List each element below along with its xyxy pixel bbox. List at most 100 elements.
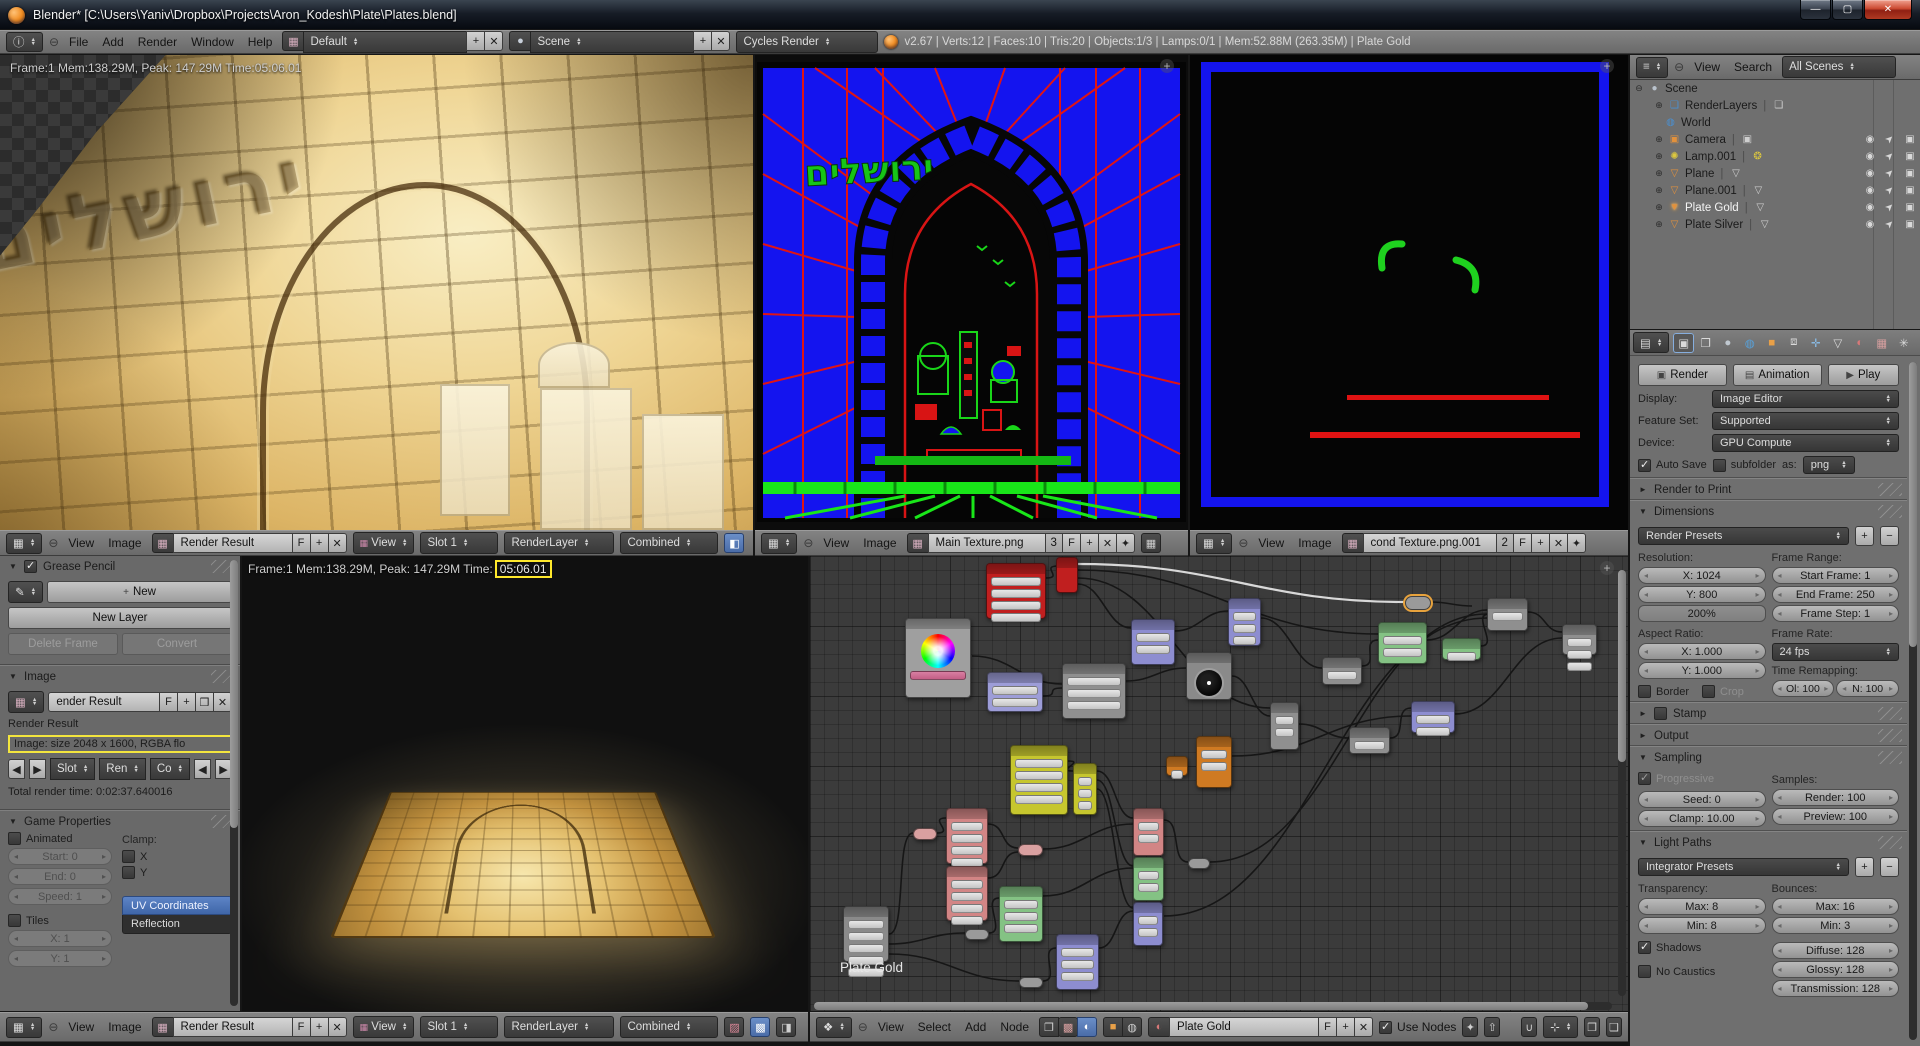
- preview-samples-slider[interactable]: Preview: 100: [1771, 808, 1899, 825]
- clamp-slider[interactable]: Clamp: 10.00: [1638, 810, 1766, 827]
- screen-layout-field[interactable]: Default ▲ ▼: [303, 31, 468, 53]
- new-image-button[interactable]: +: [1079, 533, 1099, 553]
- menu-view[interactable]: View: [64, 1020, 98, 1034]
- horizontal-scrollbar[interactable]: [814, 1002, 1612, 1010]
- unlink-image-button[interactable]: ✕: [327, 1017, 347, 1037]
- color-wheel-icon[interactable]: [921, 634, 955, 668]
- editor-type-selector[interactable]: ▦ ▲ ▼: [6, 532, 43, 554]
- visibility-eye-icon[interactable]: ◉: [1860, 185, 1880, 196]
- new-image-button[interactable]: +: [1530, 533, 1550, 553]
- image-name-field[interactable]: Main Texture.png: [927, 533, 1046, 553]
- feature-set-select[interactable]: Supported ▲ ▼: [1712, 412, 1899, 430]
- remove-preset-button[interactable]: −: [1880, 857, 1899, 877]
- compositing-nodes-icon[interactable]: ❐: [1039, 1017, 1060, 1037]
- node[interactable]: [946, 808, 988, 867]
- screen-layout-icon[interactable]: ▦: [282, 31, 305, 51]
- outliner-item-lamp[interactable]: ⊕ ✺ Lamp.001 | ❂ ◉ ➤ ▣: [1630, 148, 1920, 165]
- pin-icon[interactable]: ✦: [1462, 1017, 1479, 1037]
- node[interactable]: [1166, 756, 1188, 779]
- node[interactable]: [905, 618, 971, 698]
- expand-icon[interactable]: ⊕: [1654, 168, 1664, 179]
- reflection-option[interactable]: Reflection: [122, 915, 232, 934]
- display-channels-icon[interactable]: ◧: [724, 533, 745, 553]
- node[interactable]: [1411, 701, 1455, 736]
- visibility-eye-icon[interactable]: ◉: [1860, 202, 1880, 213]
- new-material-button[interactable]: +: [1336, 1017, 1356, 1037]
- outliner-item-scene[interactable]: ⊖ ● Scene: [1630, 80, 1920, 97]
- panel-render-to-print[interactable]: ► Render to Print: [1630, 478, 1907, 500]
- selectable-cursor-icon[interactable]: ➤: [1879, 214, 1901, 236]
- aspect-y-slider[interactable]: Y: 1.000: [1638, 662, 1766, 679]
- pin-icon[interactable]: ✦: [1566, 533, 1586, 553]
- scene-icon[interactable]: ●: [509, 31, 532, 51]
- node[interactable]: [843, 906, 889, 977]
- transparency-max-slider[interactable]: Max: 8: [1638, 898, 1766, 915]
- resolution-y-slider[interactable]: Y: 800: [1638, 586, 1766, 603]
- node[interactable]: [1228, 598, 1261, 646]
- editor-type-selector[interactable]: ▦ ▲ ▼: [761, 532, 798, 554]
- fake-user-button[interactable]: F: [159, 692, 178, 712]
- frame-step-slider[interactable]: Frame Step: 1: [1771, 605, 1899, 622]
- image-name-field[interactable]: Render Result: [172, 1017, 293, 1037]
- add-preset-button[interactable]: +: [1855, 526, 1874, 546]
- node[interactable]: [987, 672, 1043, 712]
- collapse-menus-icon[interactable]: ⊖: [1238, 536, 1248, 550]
- image-name-field[interactable]: ender Result: [48, 692, 160, 712]
- outliner-item-camera[interactable]: ⊕ ▣ Camera | ▣ ◉ ➤ ▣: [1630, 131, 1920, 148]
- editor-type-selector[interactable]: ⓘ ▲ ▼: [6, 32, 43, 52]
- progressive-toggle[interactable]: Progressive: [1638, 771, 1766, 785]
- fake-user-button[interactable]: F: [291, 533, 311, 553]
- outliner-item-plate-silver[interactable]: ⊕ ▽ Plate Silver | ▽ ◉ ➤ ▣: [1630, 216, 1920, 233]
- node[interactable]: [1131, 619, 1175, 665]
- delete-frame-button[interactable]: Delete Frame: [8, 633, 118, 655]
- node[interactable]: [999, 886, 1043, 942]
- menu-view[interactable]: View: [819, 536, 853, 550]
- end-frame-slider[interactable]: End Frame: 250: [1771, 586, 1899, 603]
- node[interactable]: [913, 828, 937, 840]
- vertical-scrollbar[interactable]: [1618, 570, 1626, 996]
- node[interactable]: [1133, 857, 1164, 901]
- outliner-item-plane[interactable]: ⊕ ▽ Plane | ▽ ◉ ➤ ▣: [1630, 165, 1920, 182]
- panel-dimensions[interactable]: ▼ Dimensions: [1630, 500, 1907, 522]
- menu-image[interactable]: Image: [859, 536, 900, 550]
- delete-layout-button[interactable]: ✕: [484, 31, 504, 51]
- image-name-field[interactable]: cond Texture.png.001: [1362, 533, 1497, 553]
- use-nodes-toggle[interactable]: Use Nodes: [1379, 1020, 1456, 1034]
- image-editor-cond-texture[interactable]: + ▦ ▲ ▼ ⊖ View Image ▦ cond Texture.png.0…: [1190, 54, 1628, 556]
- tile-y-slider[interactable]: Y: 1: [8, 950, 112, 967]
- menu-search[interactable]: Search: [1730, 60, 1776, 74]
- collapse-icon[interactable]: ⊖: [1634, 83, 1644, 94]
- draw-mode-icon[interactable]: ▨: [724, 1017, 745, 1037]
- editor-type-selector[interactable]: ▦ ▲ ▼: [1196, 532, 1233, 554]
- seed-slider[interactable]: Seed: 0: [1638, 791, 1766, 808]
- node[interactable]: [1442, 638, 1481, 661]
- panel-image[interactable]: ▼ Image: [0, 665, 240, 687]
- renderable-camera-icon[interactable]: ▣: [1900, 168, 1920, 179]
- parent-node-tree-icon[interactable]: ⇧: [1484, 1017, 1501, 1037]
- render-pass-select[interactable]: Combined ▲ ▼: [620, 1016, 719, 1038]
- fake-user-button[interactable]: F: [291, 1017, 311, 1037]
- start-frame-slider[interactable]: Start Frame: 1: [1771, 567, 1899, 584]
- render-samples-slider[interactable]: Render: 100: [1771, 789, 1899, 806]
- scenes-filter-select[interactable]: All Scenes ▲ ▼: [1782, 56, 1897, 78]
- menu-add[interactable]: Add: [98, 35, 127, 49]
- region-plus-icon[interactable]: +: [1600, 561, 1614, 575]
- image-icon[interactable]: ▦: [1341, 533, 1364, 553]
- expand-icon[interactable]: ⊕: [1654, 100, 1664, 111]
- expand-icon[interactable]: ⊕: [1654, 134, 1664, 145]
- combined-select[interactable]: Co ▲ ▼: [149, 758, 190, 780]
- transmission-slider[interactable]: Transmission: 128: [1771, 980, 1899, 997]
- menu-view[interactable]: View: [874, 1020, 908, 1034]
- tab-constraints-icon[interactable]: ⧈: [1783, 333, 1804, 353]
- menu-image[interactable]: Image: [104, 536, 145, 550]
- outliner-item-world[interactable]: ◍ World: [1630, 114, 1920, 131]
- outliner-item-renderlayers[interactable]: ⊕ ❏ RenderLayers | ❏: [1630, 97, 1920, 114]
- scrollbar-thumb[interactable]: [230, 560, 238, 828]
- device-select[interactable]: GPU Compute ▲ ▼: [1712, 434, 1899, 452]
- bounces-max-slider[interactable]: Max: 16: [1771, 898, 1899, 915]
- auto-save-toggle[interactable]: Auto Save: [1638, 458, 1707, 472]
- visibility-eye-icon[interactable]: ◉: [1860, 219, 1880, 230]
- tab-object-icon[interactable]: ■: [1761, 333, 1782, 353]
- users-count[interactable]: 3: [1044, 533, 1063, 553]
- maximize-button[interactable]: ▢: [1832, 0, 1863, 20]
